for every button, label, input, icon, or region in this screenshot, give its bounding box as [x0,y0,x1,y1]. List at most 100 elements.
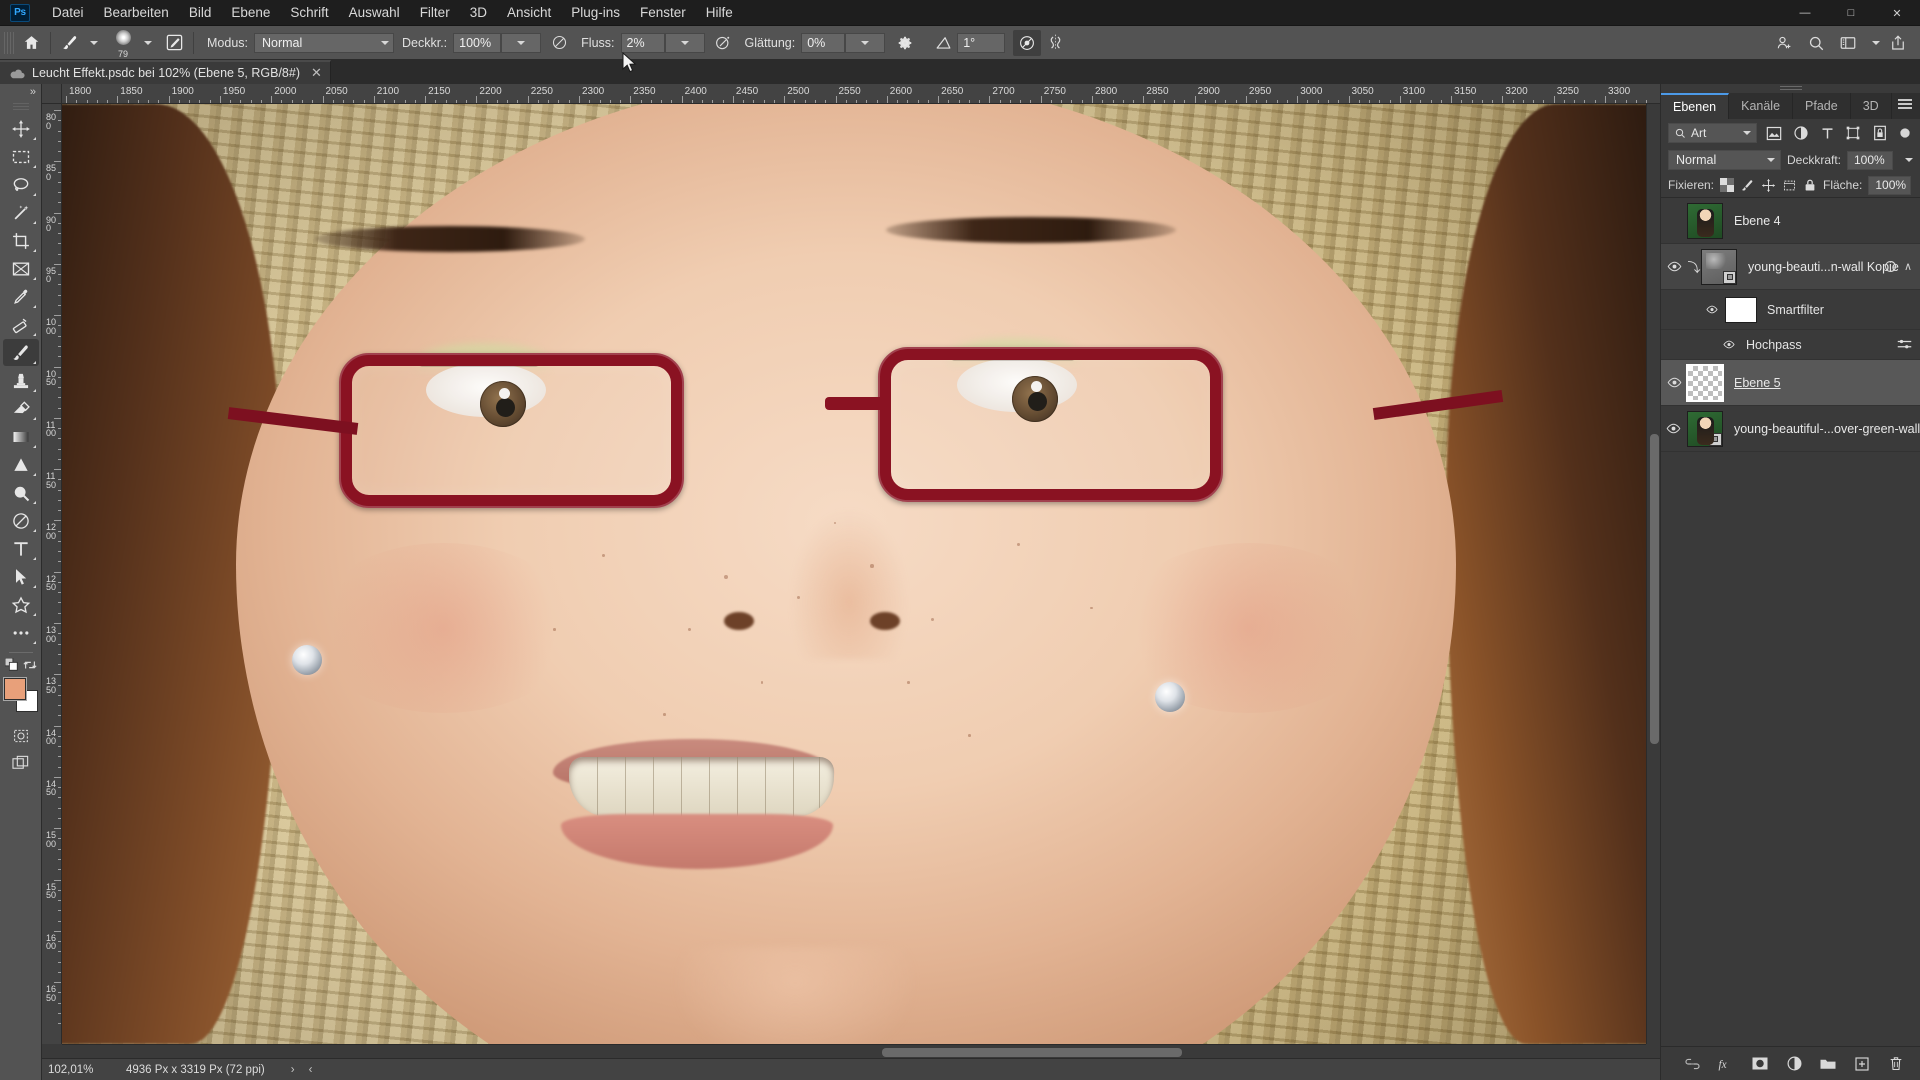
new-group-button[interactable] [1818,1054,1838,1074]
brush-tool[interactable] [2,339,39,366]
layer-row[interactable]: Ebene 5 [1661,360,1920,406]
flow-input[interactable]: 2% [620,32,665,53]
brush-size-preview[interactable]: 79 [108,28,138,59]
menu-item-ansicht[interactable]: Ansicht [497,2,561,23]
blur-tool[interactable] [3,451,39,478]
layer-fill-input[interactable]: 100% [1868,175,1912,195]
shape-tool[interactable] [3,591,39,618]
angle-input[interactable]: 1° [957,32,1006,53]
marquee-tool[interactable] [3,143,39,170]
horizontal-ruler[interactable]: 1800 1850 1900 1950 2000 2050 2100 2150 2200 2250… [62,84,1660,104]
filter-kind-select[interactable]: Art [1668,123,1758,143]
visibility-toggle[interactable] [1661,377,1687,388]
layer-thumbnail[interactable] [1686,363,1724,402]
layer-row[interactable]: young-beautiful-...over-green-wall [1661,406,1920,452]
minimize-button[interactable]: — [1782,0,1828,26]
panel-tab-kan-le[interactable]: Kanäle [1729,93,1794,119]
lasso-tool[interactable] [3,171,39,198]
swap-colors-icon[interactable] [22,658,37,672]
document-image[interactable] [62,104,1646,1044]
menu-item-hilfe[interactable]: Hilfe [696,2,743,23]
airbrush-icon[interactable] [709,30,737,56]
vertical-scroll-thumb[interactable] [1650,434,1659,744]
document-tab[interactable]: Leucht Effekt.psdc bei 102% (Ebene 5, RG… [0,60,331,84]
layer-row[interactable]: Ebene 4 [1661,198,1920,244]
default-colors-icon[interactable] [4,658,19,672]
brush-panel-chevron-down-icon[interactable] [144,40,152,45]
gear-icon[interactable] [891,30,919,56]
status-next-arrow[interactable]: › [291,1064,295,1076]
filter-pixel-icon[interactable] [1765,123,1783,143]
vertical-ruler[interactable]: 800 850 900 950 1000 1050 1100 1150 1200 1250 1300… [42,104,62,1044]
panel-grip[interactable] [1661,84,1920,93]
layer-thumbnail[interactable] [1725,296,1757,323]
pressure-size-icon[interactable] [1013,29,1042,56]
brush-preset-icon[interactable] [56,30,84,56]
clone-stamp-tool[interactable] [3,367,39,394]
brush-settings-icon[interactable] [160,30,188,56]
horizontal-scroll-thumb[interactable] [882,1048,1182,1057]
menu-item-plug-ins[interactable]: Plug-ins [561,2,630,23]
smoothing-chevron-button[interactable] [845,32,886,53]
quick-mask-icon[interactable] [3,722,39,749]
workspace-chevron-down-icon[interactable] [1872,40,1880,45]
visibility-toggle[interactable] [1661,423,1687,434]
visibility-toggle[interactable] [1661,261,1687,272]
gradient-tool[interactable] [3,423,39,450]
close-icon[interactable]: ✕ [311,65,322,81]
menu-item-datei[interactable]: Datei [42,2,94,23]
flow-chevron-button[interactable] [664,32,705,53]
panel-tab-3d[interactable]: 3D [1851,93,1892,119]
link-layers-button[interactable] [1682,1054,1702,1074]
lock-all-icon[interactable] [1803,176,1817,194]
dodge-tool[interactable] [3,479,39,506]
lock-position-icon[interactable] [1761,176,1776,194]
path-selection-tool[interactable] [3,563,39,590]
options-bar-grip[interactable] [4,31,14,54]
mode-select[interactable]: Normal [254,32,394,53]
move-tool[interactable] [3,115,39,142]
menu-item-ebene[interactable]: Ebene [221,2,280,23]
close-button[interactable]: ✕ [1874,0,1920,26]
layer-list[interactable]: Ebene 4 ⤵ young-beauti...n-wall Kopie ∧ Smar… [1661,197,1920,1046]
menu-item-3d[interactable]: 3D [460,2,497,23]
add-user-icon[interactable] [1770,30,1798,56]
ruler-corner[interactable] [42,84,62,104]
layer-name[interactable]: young-beauti...n-wall Kopie [1748,260,1899,274]
pressure-opacity-icon[interactable] [545,30,573,56]
frame-tool[interactable] [3,255,39,282]
lock-artboard-icon[interactable] [1782,176,1797,194]
layer-opacity-chevron-down-icon[interactable] [1905,158,1913,162]
opacity-input[interactable]: 100% [453,32,502,53]
maximize-button[interactable]: □ [1828,0,1874,26]
brush-preset-chevron-down-icon[interactable] [90,40,98,45]
workspace-icon[interactable] [1834,30,1862,56]
search-icon[interactable] [1802,30,1830,56]
zoom-level[interactable]: 102,01% [42,1064,104,1076]
filter-smartobject-icon[interactable] [1871,123,1889,143]
adjustment-layer-button[interactable] [1784,1054,1804,1074]
layer-row[interactable]: ⤵ young-beauti...n-wall Kopie ∧ [1661,244,1920,290]
filter-toggle[interactable] [1897,125,1913,141]
layer-thumbnail[interactable] [1701,248,1737,285]
share-icon[interactable] [1884,30,1912,56]
panel-tab-pfade[interactable]: Pfade [1793,93,1851,119]
layer-name[interactable]: young-beautiful-...over-green-wall [1734,422,1920,436]
magic-wand-tool[interactable] [3,199,39,226]
lock-transparency-icon[interactable] [1720,176,1735,194]
add-mask-button[interactable] [1750,1054,1770,1074]
crop-tool[interactable] [3,227,39,254]
eyedropper-tool[interactable] [3,283,39,310]
new-layer-button[interactable] [1852,1054,1872,1074]
smart-filter-indicator-icon[interactable] [1883,259,1898,274]
menu-item-auswahl[interactable]: Auswahl [339,2,410,23]
menu-item-schrift[interactable]: Schrift [280,2,338,23]
menu-item-fenster[interactable]: Fenster [630,2,696,23]
canvas-stage[interactable] [62,104,1646,1044]
pen-tool[interactable] [3,507,39,534]
home-icon[interactable] [17,30,45,56]
color-swatches[interactable] [2,677,38,712]
foreground-color-swatch[interactable] [2,677,27,701]
vertical-scrollbar[interactable] [1646,104,1660,1044]
filter-settings-icon[interactable] [1897,338,1912,351]
